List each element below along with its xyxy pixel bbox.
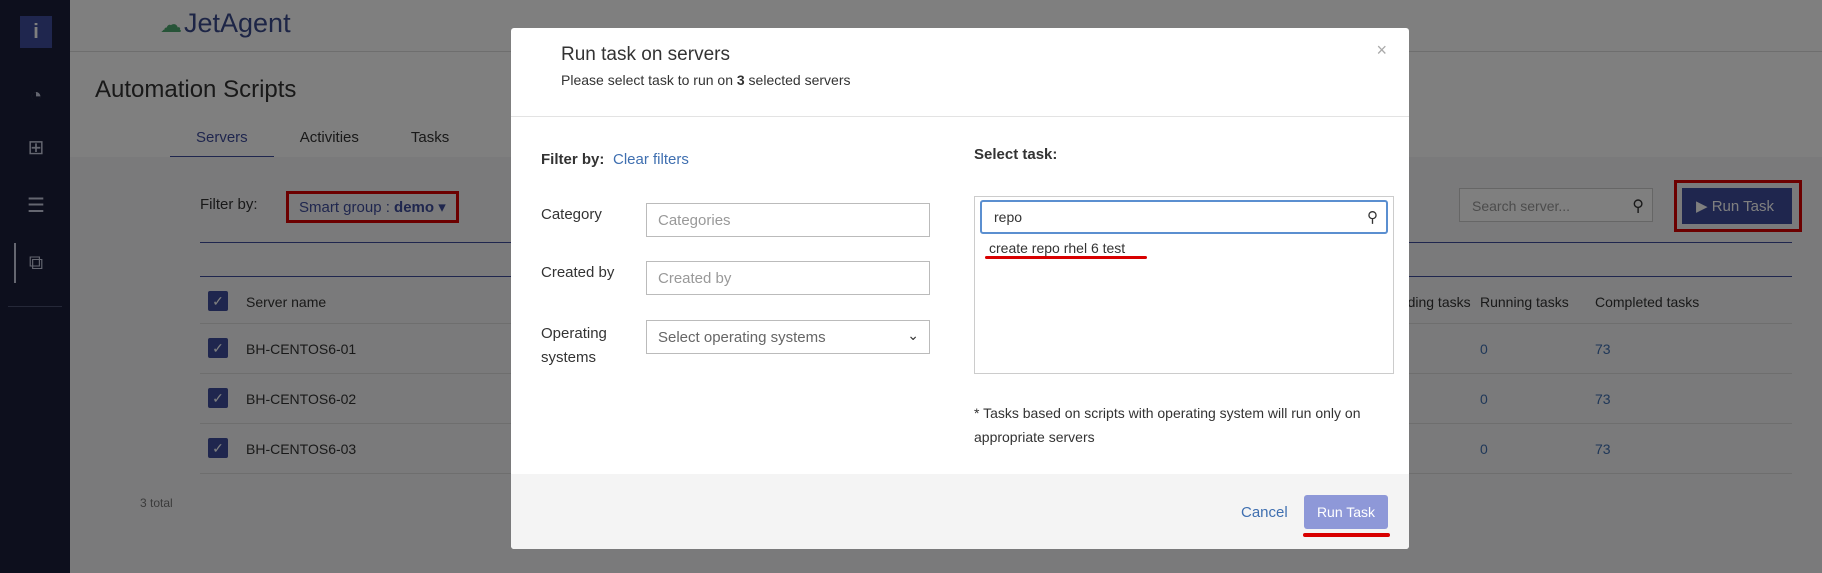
task-option[interactable]: create repo rhel 6 test <box>989 240 1125 256</box>
os-label: Operating systems <box>541 322 607 370</box>
task-highlight-underline <box>985 256 1147 259</box>
modal-header: Run task on servers Please select task t… <box>511 28 1409 117</box>
cancel-button[interactable]: Cancel <box>1241 504 1288 521</box>
select-task-label: Select task: <box>974 146 1058 163</box>
selected-count: 3 <box>736 72 745 88</box>
os-note: * Tasks based on scripts with operating … <box>974 405 1361 445</box>
run-task-submit-button[interactable]: Run Task <box>1304 495 1388 529</box>
os-placeholder: Select operating systems <box>658 329 826 346</box>
close-icon[interactable]: × <box>1376 40 1387 61</box>
modal-filter-label: Filter by: <box>541 151 605 168</box>
category-label: Category <box>541 206 602 223</box>
subtitle-post: selected servers <box>744 72 851 88</box>
created-by-label: Created by <box>541 264 615 281</box>
chevron-down-icon: ⌄ <box>907 327 919 343</box>
modal-title: Run task on servers <box>561 44 730 65</box>
subtitle-pre: Please select task to run on <box>561 72 737 88</box>
modal-subtitle: Please select task to run on 3 selected … <box>561 72 851 88</box>
created-by-placeholder: Created by <box>658 270 732 287</box>
os-label-line2: systems <box>541 349 597 366</box>
os-select[interactable]: Select operating systems ⌄ <box>646 320 930 354</box>
run-highlight-underline <box>1303 533 1390 537</box>
os-label-line1: Operating <box>541 325 607 342</box>
task-search-input[interactable]: repo ⚲ <box>980 200 1388 234</box>
task-search-value: repo <box>994 209 1023 225</box>
category-input[interactable]: Categories <box>646 203 930 237</box>
created-by-input[interactable]: Created by <box>646 261 930 295</box>
category-placeholder: Categories <box>658 212 731 229</box>
task-picker: repo ⚲ create repo rhel 6 test <box>974 196 1394 374</box>
search-icon[interactable]: ⚲ <box>1367 208 1378 226</box>
run-task-modal: Run task on servers Please select task t… <box>511 28 1409 549</box>
clear-filters-link[interactable]: Clear filters <box>613 151 689 168</box>
